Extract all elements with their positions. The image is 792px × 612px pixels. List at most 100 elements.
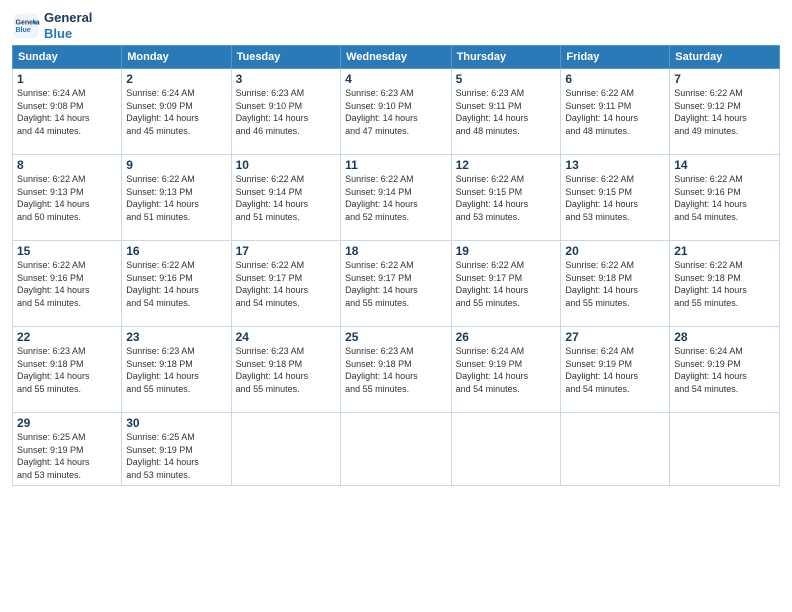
calendar-cell: 21Sunrise: 6:22 AM Sunset: 9:18 PM Dayli…	[670, 241, 780, 327]
calendar-cell: 29Sunrise: 6:25 AM Sunset: 9:19 PM Dayli…	[13, 413, 122, 485]
calendar-cell: 30Sunrise: 6:25 AM Sunset: 9:19 PM Dayli…	[122, 413, 231, 485]
day-number: 11	[345, 158, 447, 172]
calendar-cell: 11Sunrise: 6:22 AM Sunset: 9:14 PM Dayli…	[341, 155, 452, 241]
day-number: 1	[17, 72, 117, 86]
day-info: Sunrise: 6:24 AM Sunset: 9:08 PM Dayligh…	[17, 87, 117, 137]
day-info: Sunrise: 6:23 AM Sunset: 9:10 PM Dayligh…	[236, 87, 336, 137]
day-info: Sunrise: 6:22 AM Sunset: 9:16 PM Dayligh…	[17, 259, 117, 309]
calendar-cell: 5Sunrise: 6:23 AM Sunset: 9:11 PM Daylig…	[451, 69, 561, 155]
calendar-cell: 14Sunrise: 6:22 AM Sunset: 9:16 PM Dayli…	[670, 155, 780, 241]
day-info: Sunrise: 6:22 AM Sunset: 9:17 PM Dayligh…	[345, 259, 447, 309]
day-number: 27	[565, 330, 665, 344]
day-info: Sunrise: 6:24 AM Sunset: 9:09 PM Dayligh…	[126, 87, 226, 137]
day-number: 5	[456, 72, 557, 86]
day-info: Sunrise: 6:22 AM Sunset: 9:16 PM Dayligh…	[674, 173, 775, 223]
calendar-cell: 17Sunrise: 6:22 AM Sunset: 9:17 PM Dayli…	[231, 241, 340, 327]
calendar-cell: 16Sunrise: 6:22 AM Sunset: 9:16 PM Dayli…	[122, 241, 231, 327]
day-info: Sunrise: 6:23 AM Sunset: 9:10 PM Dayligh…	[345, 87, 447, 137]
day-number: 18	[345, 244, 447, 258]
calendar-cell	[451, 413, 561, 485]
day-number: 9	[126, 158, 226, 172]
calendar-table: SundayMondayTuesdayWednesdayThursdayFrid…	[12, 45, 780, 485]
logo-text: General Blue	[44, 10, 92, 41]
day-info: Sunrise: 6:23 AM Sunset: 9:11 PM Dayligh…	[456, 87, 557, 137]
calendar-cell	[561, 413, 670, 485]
day-number: 2	[126, 72, 226, 86]
day-number: 28	[674, 330, 775, 344]
day-info: Sunrise: 6:22 AM Sunset: 9:15 PM Dayligh…	[565, 173, 665, 223]
day-header-friday: Friday	[561, 46, 670, 69]
calendar-cell: 8Sunrise: 6:22 AM Sunset: 9:13 PM Daylig…	[13, 155, 122, 241]
day-info: Sunrise: 6:22 AM Sunset: 9:13 PM Dayligh…	[126, 173, 226, 223]
calendar-cell: 26Sunrise: 6:24 AM Sunset: 9:19 PM Dayli…	[451, 327, 561, 413]
day-header-thursday: Thursday	[451, 46, 561, 69]
calendar-cell: 24Sunrise: 6:23 AM Sunset: 9:18 PM Dayli…	[231, 327, 340, 413]
day-info: Sunrise: 6:25 AM Sunset: 9:19 PM Dayligh…	[17, 431, 117, 481]
calendar-cell	[231, 413, 340, 485]
day-header-tuesday: Tuesday	[231, 46, 340, 69]
day-header-monday: Monday	[122, 46, 231, 69]
calendar-cell: 1Sunrise: 6:24 AM Sunset: 9:08 PM Daylig…	[13, 69, 122, 155]
day-info: Sunrise: 6:22 AM Sunset: 9:18 PM Dayligh…	[674, 259, 775, 309]
day-info: Sunrise: 6:23 AM Sunset: 9:18 PM Dayligh…	[345, 345, 447, 395]
logo-icon: General Blue	[12, 12, 40, 40]
day-number: 22	[17, 330, 117, 344]
day-number: 29	[17, 416, 117, 430]
day-number: 21	[674, 244, 775, 258]
calendar-cell: 9Sunrise: 6:22 AM Sunset: 9:13 PM Daylig…	[122, 155, 231, 241]
logo: General Blue General Blue	[12, 10, 92, 41]
day-number: 10	[236, 158, 336, 172]
calendar-cell: 22Sunrise: 6:23 AM Sunset: 9:18 PM Dayli…	[13, 327, 122, 413]
calendar-cell: 6Sunrise: 6:22 AM Sunset: 9:11 PM Daylig…	[561, 69, 670, 155]
day-number: 6	[565, 72, 665, 86]
calendar-cell: 18Sunrise: 6:22 AM Sunset: 9:17 PM Dayli…	[341, 241, 452, 327]
day-info: Sunrise: 6:24 AM Sunset: 9:19 PM Dayligh…	[456, 345, 557, 395]
day-number: 23	[126, 330, 226, 344]
day-header-wednesday: Wednesday	[341, 46, 452, 69]
day-number: 25	[345, 330, 447, 344]
day-number: 13	[565, 158, 665, 172]
calendar-cell: 27Sunrise: 6:24 AM Sunset: 9:19 PM Dayli…	[561, 327, 670, 413]
day-number: 16	[126, 244, 226, 258]
day-number: 26	[456, 330, 557, 344]
day-info: Sunrise: 6:24 AM Sunset: 9:19 PM Dayligh…	[565, 345, 665, 395]
day-number: 30	[126, 416, 226, 430]
day-number: 3	[236, 72, 336, 86]
day-info: Sunrise: 6:25 AM Sunset: 9:19 PM Dayligh…	[126, 431, 226, 481]
calendar-cell: 10Sunrise: 6:22 AM Sunset: 9:14 PM Dayli…	[231, 155, 340, 241]
day-info: Sunrise: 6:22 AM Sunset: 9:11 PM Dayligh…	[565, 87, 665, 137]
day-info: Sunrise: 6:22 AM Sunset: 9:14 PM Dayligh…	[345, 173, 447, 223]
calendar-cell: 19Sunrise: 6:22 AM Sunset: 9:17 PM Dayli…	[451, 241, 561, 327]
day-info: Sunrise: 6:22 AM Sunset: 9:17 PM Dayligh…	[236, 259, 336, 309]
calendar-cell: 25Sunrise: 6:23 AM Sunset: 9:18 PM Dayli…	[341, 327, 452, 413]
day-number: 19	[456, 244, 557, 258]
day-number: 24	[236, 330, 336, 344]
calendar-cell: 13Sunrise: 6:22 AM Sunset: 9:15 PM Dayli…	[561, 155, 670, 241]
day-header-saturday: Saturday	[670, 46, 780, 69]
day-number: 20	[565, 244, 665, 258]
calendar-cell: 2Sunrise: 6:24 AM Sunset: 9:09 PM Daylig…	[122, 69, 231, 155]
svg-text:Blue: Blue	[16, 27, 31, 34]
calendar-cell: 7Sunrise: 6:22 AM Sunset: 9:12 PM Daylig…	[670, 69, 780, 155]
day-number: 12	[456, 158, 557, 172]
day-info: Sunrise: 6:22 AM Sunset: 9:18 PM Dayligh…	[565, 259, 665, 309]
day-number: 15	[17, 244, 117, 258]
day-info: Sunrise: 6:22 AM Sunset: 9:13 PM Dayligh…	[17, 173, 117, 223]
calendar-cell: 3Sunrise: 6:23 AM Sunset: 9:10 PM Daylig…	[231, 69, 340, 155]
day-info: Sunrise: 6:22 AM Sunset: 9:15 PM Dayligh…	[456, 173, 557, 223]
calendar-cell: 23Sunrise: 6:23 AM Sunset: 9:18 PM Dayli…	[122, 327, 231, 413]
calendar-cell: 28Sunrise: 6:24 AM Sunset: 9:19 PM Dayli…	[670, 327, 780, 413]
day-number: 7	[674, 72, 775, 86]
day-number: 17	[236, 244, 336, 258]
calendar-cell: 20Sunrise: 6:22 AM Sunset: 9:18 PM Dayli…	[561, 241, 670, 327]
calendar-cell	[670, 413, 780, 485]
day-info: Sunrise: 6:22 AM Sunset: 9:16 PM Dayligh…	[126, 259, 226, 309]
day-info: Sunrise: 6:24 AM Sunset: 9:19 PM Dayligh…	[674, 345, 775, 395]
calendar-cell: 15Sunrise: 6:22 AM Sunset: 9:16 PM Dayli…	[13, 241, 122, 327]
day-info: Sunrise: 6:23 AM Sunset: 9:18 PM Dayligh…	[17, 345, 117, 395]
calendar-cell: 12Sunrise: 6:22 AM Sunset: 9:15 PM Dayli…	[451, 155, 561, 241]
day-info: Sunrise: 6:22 AM Sunset: 9:12 PM Dayligh…	[674, 87, 775, 137]
day-header-sunday: Sunday	[13, 46, 122, 69]
calendar-cell	[341, 413, 452, 485]
day-info: Sunrise: 6:22 AM Sunset: 9:17 PM Dayligh…	[456, 259, 557, 309]
